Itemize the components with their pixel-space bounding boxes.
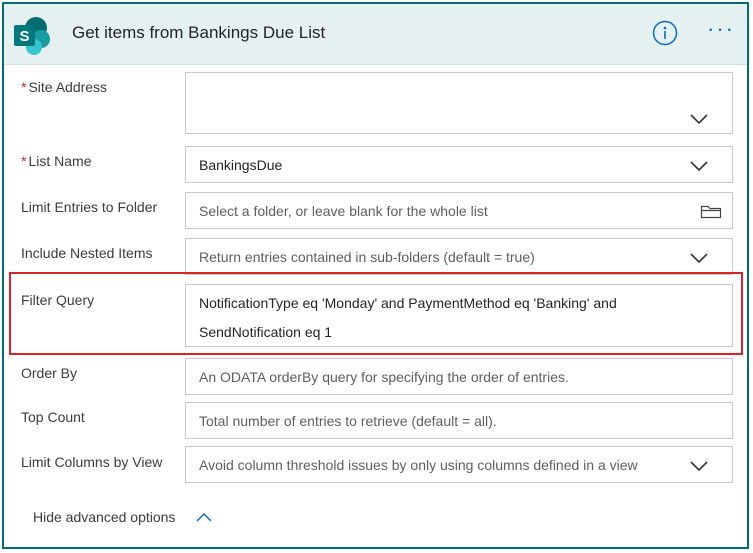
sharepoint-icon: S bbox=[14, 17, 50, 55]
list-name-value: BankingsDue bbox=[199, 157, 283, 173]
list-name-dropdown[interactable]: BankingsDue bbox=[185, 146, 733, 183]
chevron-down-icon[interactable] bbox=[690, 252, 708, 264]
required-marker: * bbox=[21, 79, 27, 95]
order-by-placeholder: An ODATA orderBy query for specifying th… bbox=[199, 369, 569, 385]
site-address-field[interactable] bbox=[185, 72, 733, 134]
top-count-placeholder: Total number of entries to retrieve (def… bbox=[199, 413, 497, 429]
site-address-label: * Site Address bbox=[21, 79, 108, 95]
limit-folder-field[interactable]: Select a folder, or leave blank for the … bbox=[185, 192, 733, 229]
limit-folder-placeholder: Select a folder, or leave blank for the … bbox=[199, 203, 488, 219]
limit-columns-placeholder: Avoid column threshold issues by only us… bbox=[199, 457, 638, 473]
limit-columns-label: Limit Columns by View bbox=[21, 454, 163, 470]
svg-text:S: S bbox=[19, 28, 29, 45]
folder-icon[interactable] bbox=[700, 203, 722, 219]
action-title: Get items from Bankings Due List bbox=[72, 23, 326, 42]
limit-folder-label: Limit Entries to Folder bbox=[21, 199, 158, 215]
top-count-field[interactable]: Total number of entries to retrieve (def… bbox=[185, 402, 733, 439]
chevron-down-icon[interactable] bbox=[690, 160, 708, 172]
chevron-up-icon[interactable] bbox=[196, 511, 212, 523]
order-by-label: Order By bbox=[21, 365, 78, 381]
nested-items-dropdown[interactable]: Return entries contained in sub-folders … bbox=[185, 238, 733, 275]
card-header[interactable]: S Get items from Bankings Due List ··· bbox=[4, 4, 747, 65]
order-by-field[interactable]: An ODATA orderBy query for specifying th… bbox=[185, 358, 733, 395]
list-name-label: * List Name bbox=[21, 153, 92, 169]
top-count-label: Top Count bbox=[21, 409, 85, 425]
filter-query-highlight-box bbox=[9, 272, 743, 355]
limit-columns-dropdown[interactable]: Avoid column threshold issues by only us… bbox=[185, 446, 733, 483]
more-options-button[interactable]: ··· bbox=[704, 18, 738, 44]
chevron-down-icon[interactable] bbox=[690, 113, 708, 125]
chevron-down-icon[interactable] bbox=[690, 460, 708, 472]
nested-items-label: Include Nested Items bbox=[21, 245, 153, 261]
nested-items-placeholder: Return entries contained in sub-folders … bbox=[199, 249, 535, 265]
required-marker: * bbox=[21, 153, 27, 169]
info-icon[interactable] bbox=[652, 20, 678, 46]
hide-advanced-options-link[interactable]: Hide advanced options bbox=[33, 509, 175, 525]
